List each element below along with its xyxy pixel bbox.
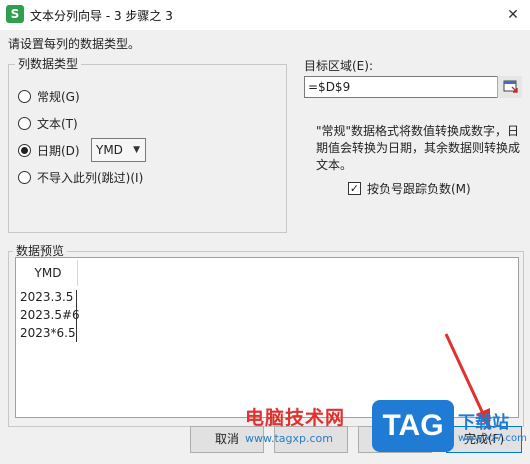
- date-format-value: YMD: [96, 143, 123, 157]
- watermark-site-name: 电脑技术网: [245, 407, 346, 429]
- tag-logo: TAG: [372, 400, 454, 452]
- column-type-legend: 列数据类型: [15, 55, 82, 72]
- chevron-down-icon: ▼: [133, 145, 140, 155]
- close-icon[interactable]: ✕: [496, 0, 530, 30]
- format-description: "常规"数据格式将数值转换成数字，日期值会转换为日期，其余数据则转换成文本。: [316, 124, 521, 172]
- range-select-button[interactable]: [497, 76, 522, 98]
- radio-skip-circle[interactable]: [18, 170, 31, 184]
- radio-date-label: 日期(D): [37, 143, 80, 158]
- negative-checkbox-label: 按负号跟踪负数(M): [367, 182, 471, 196]
- watermark-site-url: www.tagxp.com: [245, 432, 333, 445]
- watermark-download-url: www.xz7.com: [458, 433, 527, 444]
- range-select-icon: [503, 80, 518, 93]
- radio-skip[interactable]: 不导入此列(跳过)(I): [18, 168, 143, 186]
- radio-date[interactable]: 日期(D): [18, 141, 80, 159]
- destination-label: 目标区域(E):: [304, 59, 373, 73]
- radio-text-label: 文本(T): [37, 116, 78, 131]
- watermark-download-text: 下载站: [458, 413, 509, 433]
- radio-general-label: 常规(G): [37, 89, 80, 104]
- app-logo-icon: S: [6, 5, 24, 23]
- radio-general[interactable]: 常规(G): [18, 87, 80, 105]
- preview-cell: 2023.5#6: [20, 308, 80, 322]
- preview-column-header[interactable]: YMD: [19, 262, 77, 284]
- date-format-select[interactable]: YMD ▼: [91, 138, 146, 162]
- window-title: 文本分列向导 - 3 步骤之 3: [30, 9, 173, 23]
- negative-checkbox[interactable]: ✓: [348, 182, 361, 195]
- radio-general-circle[interactable]: [18, 89, 31, 103]
- radio-skip-label: 不导入此列(跳过)(I): [37, 170, 144, 185]
- instruction-text: 请设置每列的数据类型。: [8, 37, 141, 51]
- preview-cell: 2023.3.5: [20, 290, 74, 304]
- preview-header-divider: [77, 260, 78, 286]
- preview-cell: 2023*6.5: [20, 326, 76, 340]
- destination-value: =$D$9: [308, 80, 351, 94]
- radio-text[interactable]: 文本(T): [18, 114, 78, 132]
- radio-text-circle[interactable]: [18, 116, 31, 130]
- negative-checkbox-row[interactable]: ✓ 按负号跟踪负数(M): [348, 180, 471, 197]
- radio-date-circle[interactable]: [18, 143, 31, 157]
